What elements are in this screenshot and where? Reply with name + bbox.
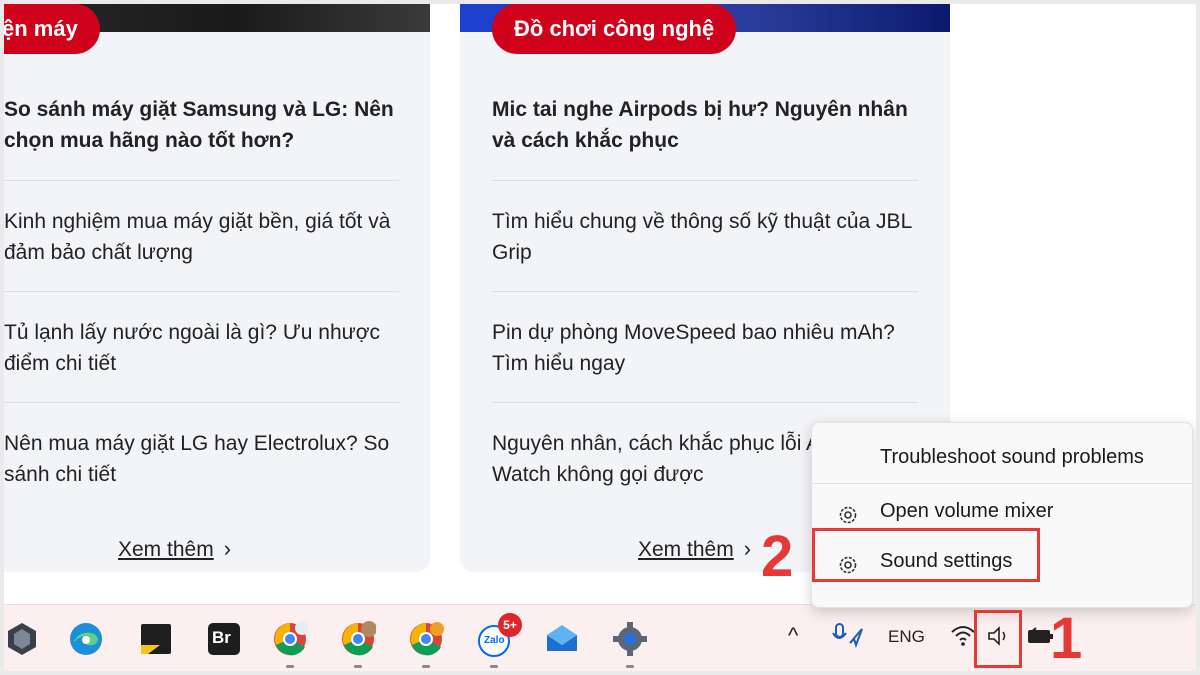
- speaker-highlight: [974, 610, 1022, 668]
- open-volume-mixer-item[interactable]: Open volume mixer: [812, 489, 1192, 533]
- article-link[interactable]: Pin dự phòng MoveSpeed bao nhiêu mAh? Tì…: [492, 317, 912, 379]
- article-link[interactable]: Kinh nghiệm mua máy giặt bền, giá tốt và…: [4, 206, 404, 268]
- divider: [492, 180, 918, 181]
- mail-app-icon[interactable]: [544, 621, 580, 657]
- see-more-link[interactable]: Xem thêm ›: [638, 536, 751, 562]
- zalo-label: Zalo: [484, 635, 505, 646]
- article-link[interactable]: Tủ lạnh lấy nước ngoài là gì? Ưu nhược đ…: [4, 317, 404, 379]
- divider: [4, 291, 399, 292]
- running-indicator: [422, 665, 430, 668]
- article-link[interactable]: Nên mua máy giặt LG hay Electrolux? So s…: [4, 428, 404, 490]
- category-card-electronics: Điện máy So sánh máy giặt Samsung và LG:…: [4, 4, 430, 572]
- running-indicator: [354, 665, 362, 668]
- divider: [492, 291, 918, 292]
- troubleshoot-sound-item[interactable]: Troubleshoot sound problems: [812, 435, 1192, 479]
- category-badge[interactable]: Đồ chơi công nghệ: [492, 4, 737, 54]
- chevron-right-icon: ›: [223, 536, 232, 561]
- language-indicator[interactable]: ENG: [888, 627, 925, 647]
- chevron-up-icon[interactable]: ^: [788, 623, 798, 649]
- article-link[interactable]: Mic tai nghe Airpods bị hư? Nguyên nhân …: [492, 94, 912, 156]
- see-more-link[interactable]: Xem thêm ›: [118, 536, 231, 562]
- chrome-profile-icon[interactable]: [340, 621, 377, 657]
- running-indicator: [286, 665, 294, 668]
- divider: [4, 402, 399, 403]
- notification-badge: 5+: [498, 613, 522, 637]
- running-indicator: [626, 665, 634, 668]
- step-2-label: 2: [761, 524, 794, 589]
- chevron-right-icon: ›: [743, 536, 752, 561]
- sticky-notes-icon[interactable]: [138, 621, 174, 657]
- microphone-location-icon[interactable]: [830, 621, 864, 654]
- running-indicator: [490, 665, 498, 668]
- settings-app-icon[interactable]: [612, 621, 648, 657]
- bridge-app-icon[interactable]: Br: [206, 621, 242, 657]
- zalo-app-icon[interactable]: Zalo 5+: [476, 613, 522, 657]
- screenshot-frame: Điện máy So sánh máy giặt Samsung và LG:…: [4, 4, 1196, 671]
- step-1-label: 1: [1050, 606, 1083, 671]
- see-more-label: Xem thêm: [638, 538, 734, 561]
- sound-settings-highlight: [812, 528, 1040, 582]
- wifi-icon[interactable]: [950, 623, 976, 652]
- bridge-label: Br: [212, 628, 231, 647]
- divider: [492, 402, 918, 403]
- edge-browser-icon[interactable]: [68, 621, 104, 657]
- hexagon-app-icon[interactable]: [4, 621, 40, 657]
- chrome-profile-icon[interactable]: [408, 621, 444, 657]
- article-link[interactable]: Tìm hiểu chung về thông số kỹ thuật của …: [492, 206, 912, 268]
- chrome-profile-icon[interactable]: [272, 621, 309, 657]
- category-badge[interactable]: Điện máy: [4, 4, 100, 54]
- gear-icon: [836, 499, 860, 524]
- divider: [4, 180, 399, 181]
- menu-separator: [812, 483, 1192, 484]
- see-more-label: Xem thêm: [118, 538, 214, 561]
- article-link[interactable]: So sánh máy giặt Samsung và LG: Nên chọn…: [4, 94, 404, 156]
